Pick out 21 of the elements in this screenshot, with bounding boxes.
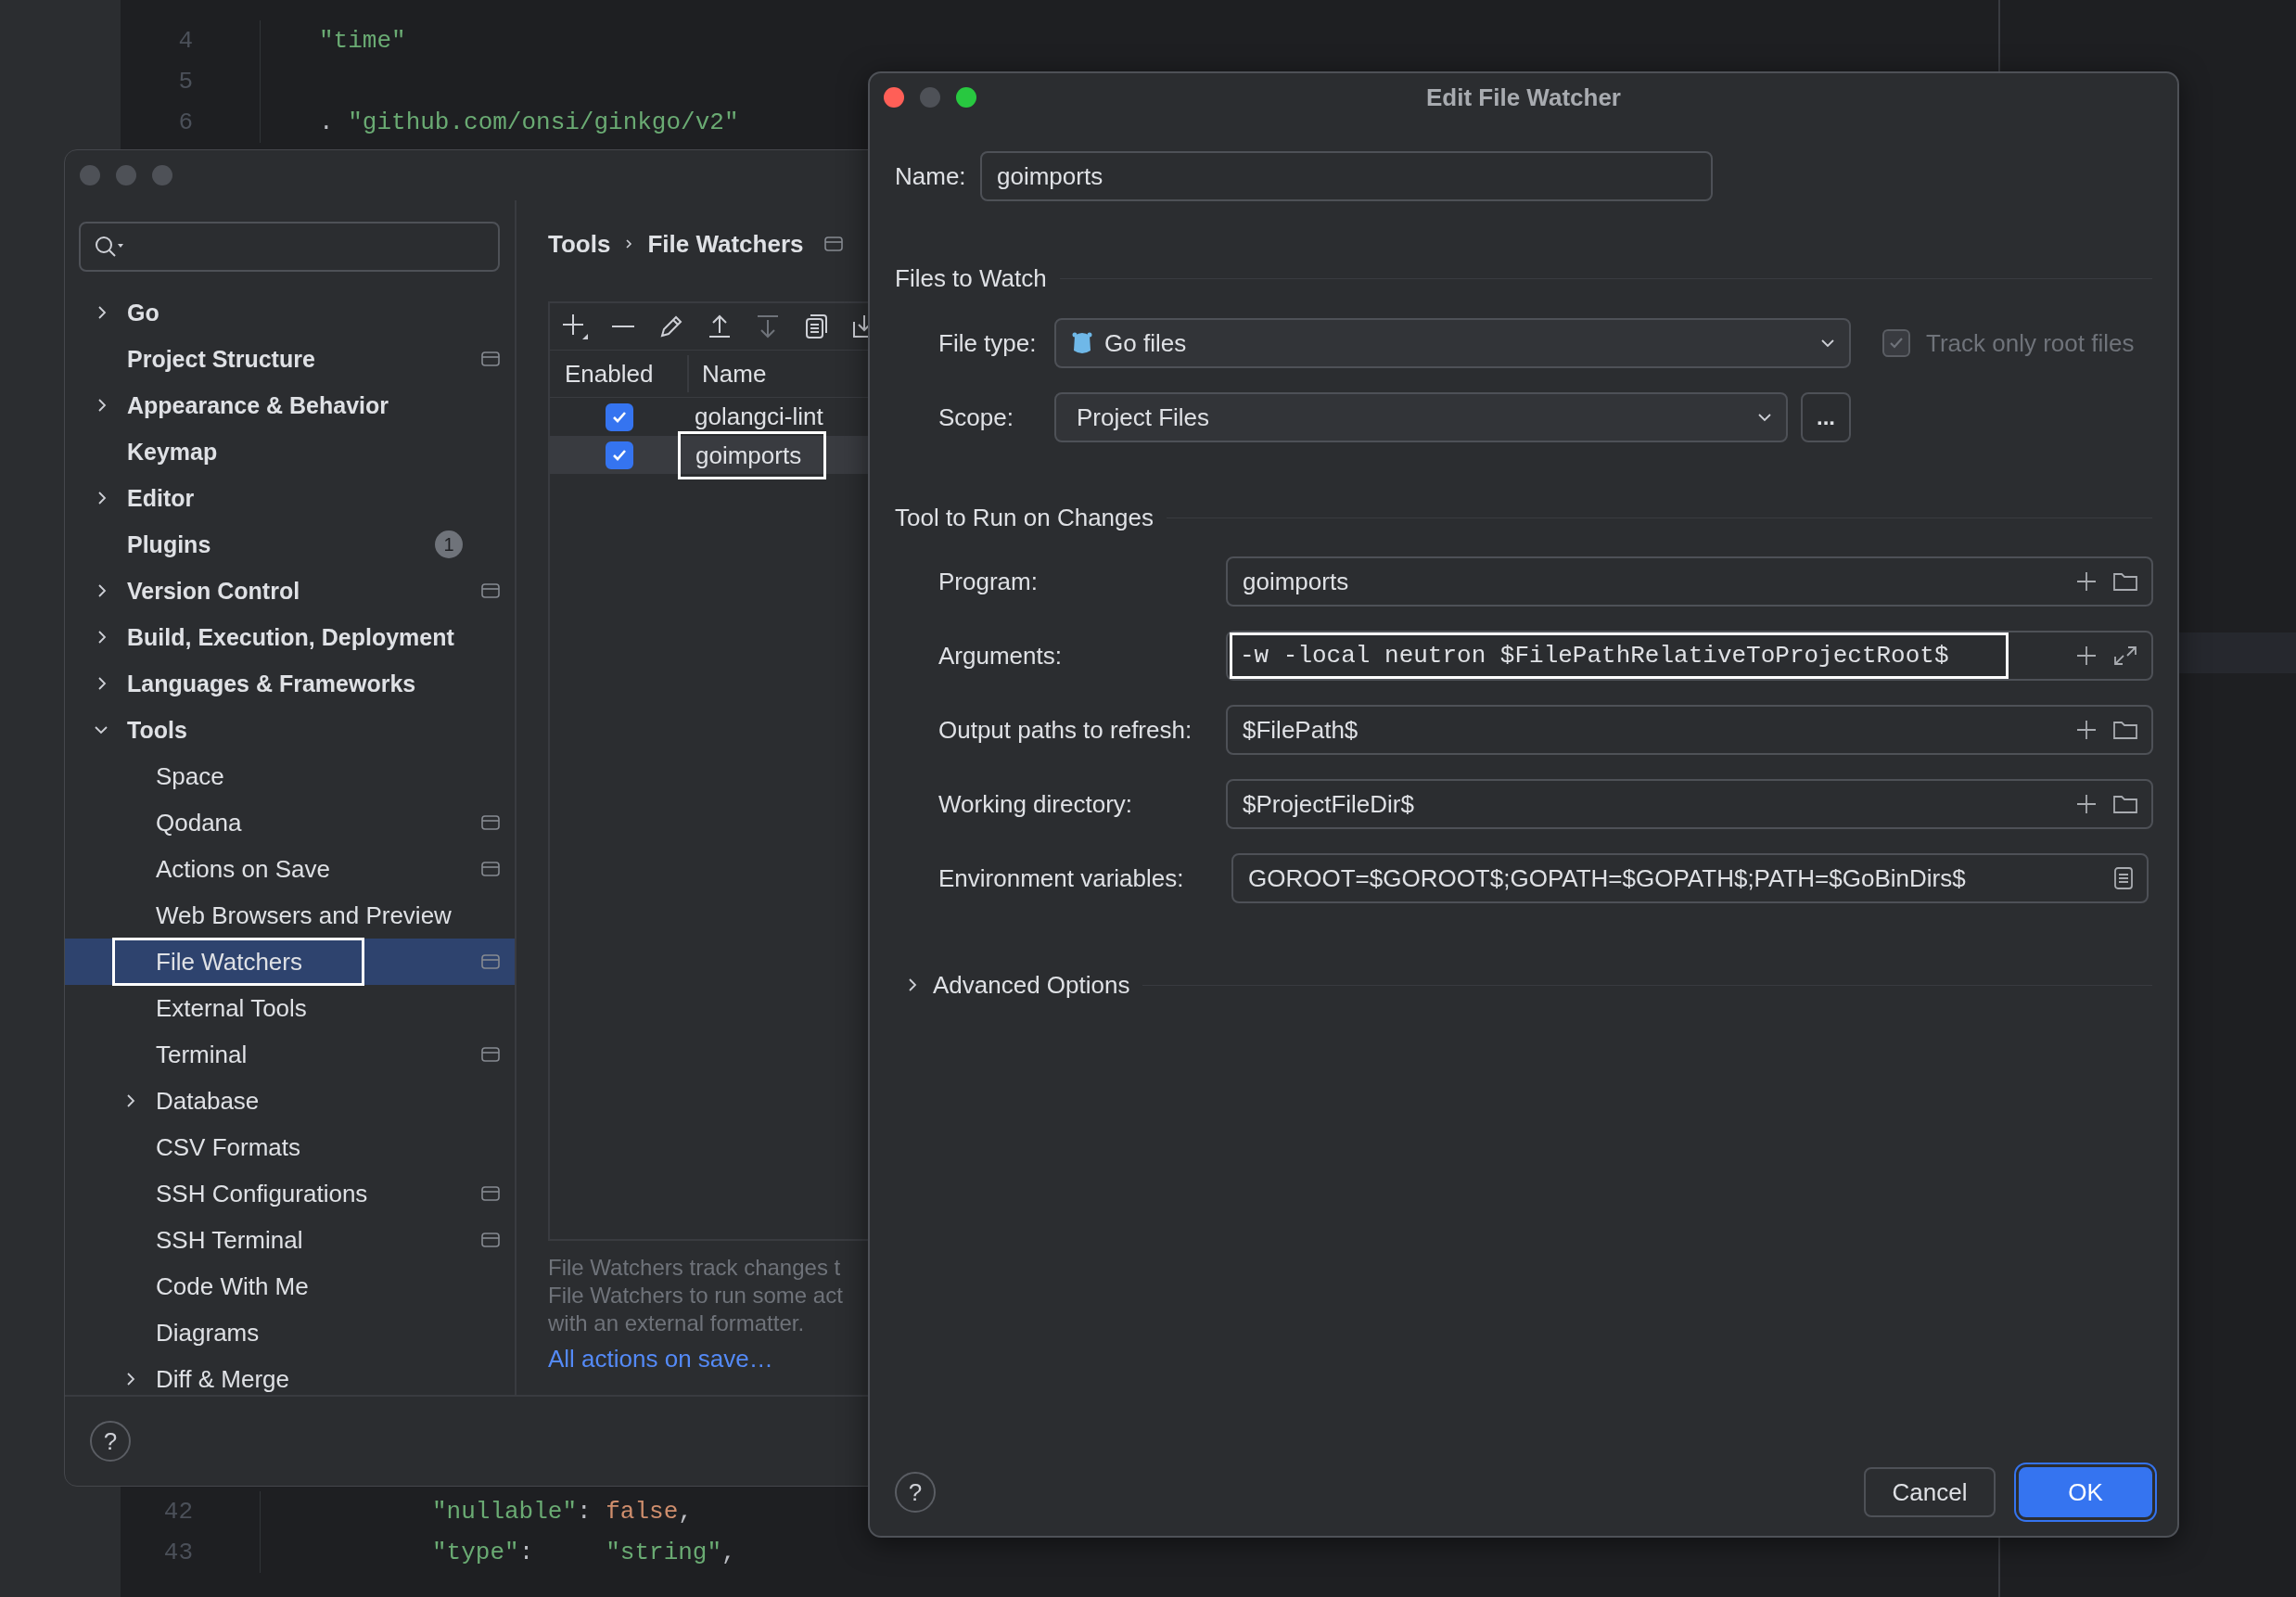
description-text: with an external formatter. [548, 1310, 805, 1337]
code-line: "type": "string", [432, 1539, 736, 1566]
count-badge: 1 [435, 530, 463, 558]
breadcrumb-item: File Watchers [647, 229, 804, 259]
field-label: Scope: [938, 402, 1014, 432]
field-label: Output paths to refresh: [938, 715, 1193, 745]
description-text: File Watchers track changes t [548, 1254, 841, 1282]
window-title: Edit File Watcher [1426, 83, 1621, 112]
field-label: Name: [895, 161, 967, 191]
code-line: . "github.com/onsi/ginkgo/v2" [319, 109, 739, 136]
field-label: File type: [938, 328, 1038, 358]
description-text: File Watchers to run some act [548, 1282, 843, 1310]
code-line: "time" [319, 27, 406, 55]
code-line: "nullable": false, [432, 1498, 693, 1526]
field-label: Arguments: [938, 641, 1063, 671]
field-label: Working directory: [938, 789, 1134, 819]
field-label: Program: [938, 567, 1039, 596]
section-title: Tool to Run on Changes [895, 503, 1154, 532]
field-label: Environment variables: [938, 863, 1185, 893]
checkbox-label: Track only root files [1926, 328, 2135, 358]
section-title: Files to Watch [895, 263, 1047, 293]
